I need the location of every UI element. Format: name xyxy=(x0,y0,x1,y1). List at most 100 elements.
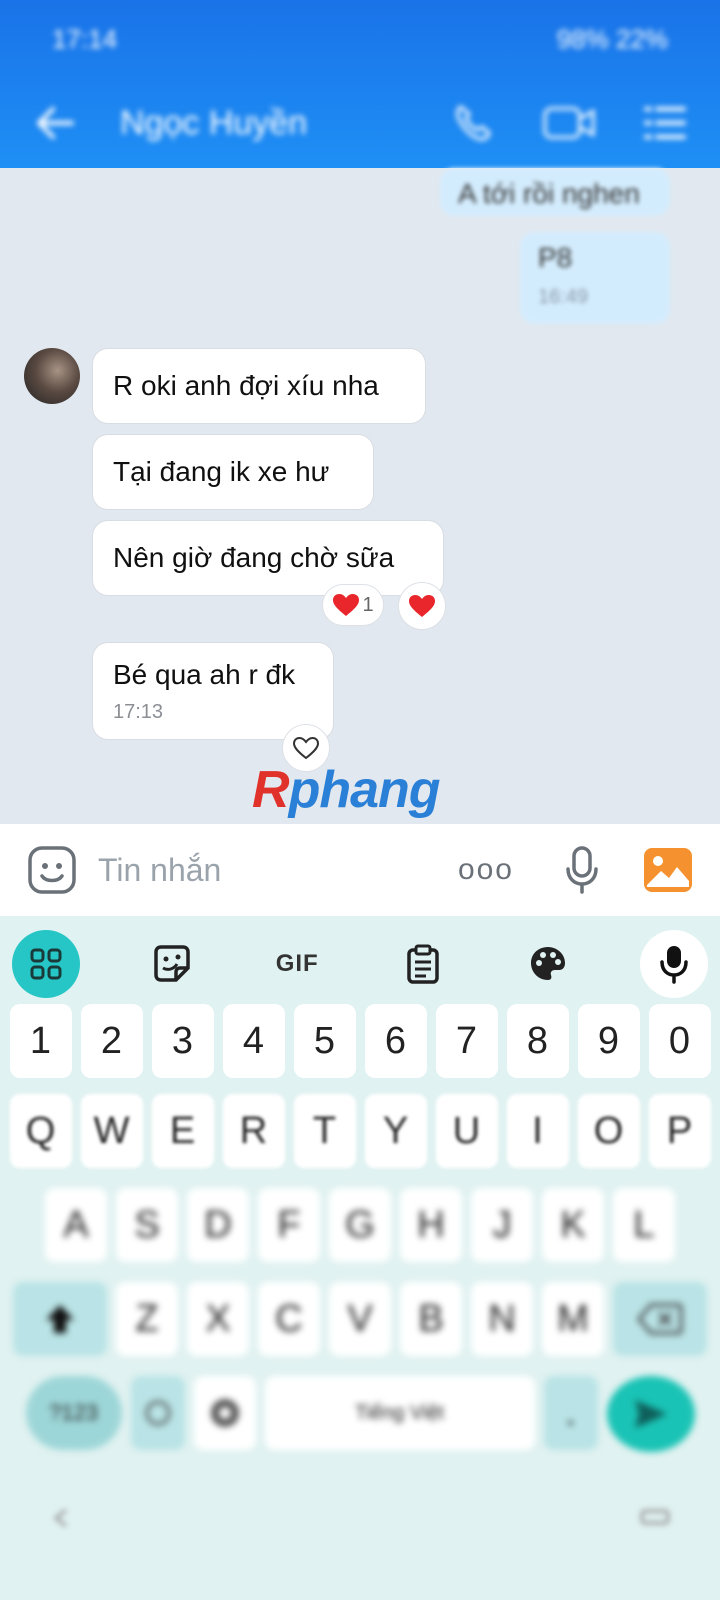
watermark-first: R xyxy=(252,761,290,819)
key-7[interactable]: 7 xyxy=(435,1004,498,1078)
keyboard-toolbar: GIF xyxy=(0,916,720,1012)
key-9[interactable]: 9 xyxy=(577,1004,640,1078)
contact-avatar[interactable] xyxy=(24,348,80,404)
reaction-count: 1 xyxy=(362,593,374,616)
number-row: 1 2 3 4 5 6 7 8 9 0 xyxy=(0,1004,720,1078)
incoming-message[interactable]: R oki anh đợi xíu nha xyxy=(92,348,426,424)
key-u[interactable]: U xyxy=(435,1094,498,1168)
status-time: 17:14 xyxy=(52,23,118,54)
backspace-icon xyxy=(637,1303,683,1335)
space-key[interactable]: Tiếng Việt xyxy=(264,1376,535,1450)
key-v[interactable]: V xyxy=(329,1282,391,1356)
send-key[interactable] xyxy=(606,1376,695,1452)
emoji-key[interactable] xyxy=(130,1376,185,1450)
key-8[interactable]: 8 xyxy=(506,1004,569,1078)
gallery-image-icon[interactable] xyxy=(640,842,696,898)
key-x[interactable]: X xyxy=(187,1282,249,1356)
symbols-key[interactable]: ?123 xyxy=(25,1376,122,1450)
key-l[interactable]: L xyxy=(613,1188,675,1262)
key-z[interactable]: Z xyxy=(116,1282,178,1356)
message-text: R oki anh đợi xíu nha xyxy=(113,370,379,401)
key-e[interactable]: E xyxy=(151,1094,214,1168)
globe-key[interactable] xyxy=(193,1376,256,1450)
key-d[interactable]: D xyxy=(187,1188,249,1262)
key-s[interactable]: S xyxy=(116,1188,178,1262)
message-time: 16:49 xyxy=(538,286,589,308)
key-c[interactable]: C xyxy=(258,1282,320,1356)
key-w[interactable]: W xyxy=(80,1094,143,1168)
emoji-sticker-icon[interactable] xyxy=(24,842,80,898)
key-f[interactable]: F xyxy=(258,1188,320,1262)
contact-name[interactable]: Ngọc Huyền xyxy=(120,104,446,143)
status-bar: 17:14 98% 22% xyxy=(0,0,720,78)
menu-list-icon[interactable] xyxy=(638,100,692,146)
heart-icon xyxy=(333,594,360,616)
key-m[interactable]: M xyxy=(542,1282,604,1356)
key-4[interactable]: 4 xyxy=(222,1004,285,1078)
heart-icon xyxy=(409,595,435,617)
message-text: Nên giờ đang chờ sữa xyxy=(113,542,395,573)
chat-header: Ngọc Huyền xyxy=(0,78,720,168)
key-y[interactable]: Y xyxy=(364,1094,427,1168)
message-input-bar: Tin nhắn ooo xyxy=(0,824,720,916)
clipboard-icon[interactable] xyxy=(389,930,457,998)
key-j[interactable]: J xyxy=(471,1188,533,1262)
letter-row-2: A S D F G H J K L xyxy=(0,1188,720,1262)
system-nav-bar xyxy=(0,1506,720,1537)
gif-button[interactable]: GIF xyxy=(263,930,331,998)
key-0[interactable]: 0 xyxy=(648,1004,711,1078)
key-2[interactable]: 2 xyxy=(80,1004,143,1078)
key-k[interactable]: K xyxy=(542,1188,604,1262)
backspace-key[interactable] xyxy=(613,1282,707,1356)
more-options-icon[interactable]: ooo xyxy=(458,853,514,887)
video-call-icon[interactable] xyxy=(542,100,596,146)
key-g[interactable]: G xyxy=(329,1188,391,1262)
battery-text: 98% 22% xyxy=(556,23,668,54)
outgoing-message[interactable]: P8 16:49 xyxy=(520,232,670,324)
key-a[interactable]: A xyxy=(45,1188,107,1262)
key-1[interactable]: 1 xyxy=(9,1004,72,1078)
incoming-message[interactable]: Tại đang ik xe hư xyxy=(92,434,374,510)
watermark-rest: phang xyxy=(288,761,441,819)
key-3[interactable]: 3 xyxy=(151,1004,214,1078)
back-arrow-icon[interactable] xyxy=(28,100,82,146)
voice-input-icon[interactable] xyxy=(639,930,708,998)
send-arrow-icon xyxy=(634,1400,667,1428)
phone-call-icon[interactable] xyxy=(446,100,500,146)
chat-messages[interactable]: A tới rồi nghen P8 16:49 R oki anh đợi x… xyxy=(0,168,720,824)
message-input[interactable]: Tin nhắn xyxy=(98,852,458,889)
emoji-icon xyxy=(145,1400,170,1426)
globe-icon xyxy=(210,1399,239,1427)
keyboard: GIF 1 2 3 4 5 6 7 8 9 0 Q W E R T Y U I … xyxy=(0,916,720,1600)
period-key[interactable]: . xyxy=(543,1376,598,1450)
key-b[interactable]: B xyxy=(400,1282,462,1356)
apps-grid-icon[interactable] xyxy=(12,930,80,998)
message-text: A tới rồi nghen xyxy=(458,178,640,209)
message-text: Tại đang ik xe hư xyxy=(113,456,330,487)
bottom-row: ?123 Tiếng Việt . xyxy=(0,1376,720,1452)
key-h[interactable]: H xyxy=(400,1188,462,1262)
key-i[interactable]: I xyxy=(506,1094,569,1168)
key-o[interactable]: O xyxy=(577,1094,640,1168)
palette-icon[interactable] xyxy=(514,930,582,998)
message-time: 17:13 xyxy=(113,700,164,723)
sticker-icon[interactable] xyxy=(138,930,206,998)
key-p[interactable]: P xyxy=(648,1094,711,1168)
nav-back-icon[interactable] xyxy=(50,1506,74,1537)
outgoing-message[interactable]: A tới rồi nghen xyxy=(440,168,670,216)
microphone-icon[interactable] xyxy=(554,842,610,898)
key-t[interactable]: T xyxy=(293,1094,356,1168)
key-r[interactable]: R xyxy=(222,1094,285,1168)
nav-recents-icon[interactable] xyxy=(640,1506,670,1537)
reaction-summary[interactable]: 1 xyxy=(322,584,384,626)
key-5[interactable]: 5 xyxy=(293,1004,356,1078)
shift-key[interactable] xyxy=(13,1282,107,1356)
letter-row-3: Z X C V B N M xyxy=(0,1282,720,1356)
key-q[interactable]: Q xyxy=(9,1094,72,1168)
react-button[interactable] xyxy=(398,582,446,630)
key-6[interactable]: 6 xyxy=(364,1004,427,1078)
shift-icon xyxy=(46,1305,74,1333)
key-n[interactable]: N xyxy=(471,1282,533,1356)
heart-outline-icon xyxy=(292,736,320,760)
incoming-message[interactable]: Nên giờ đang chờ sữa xyxy=(92,520,444,596)
